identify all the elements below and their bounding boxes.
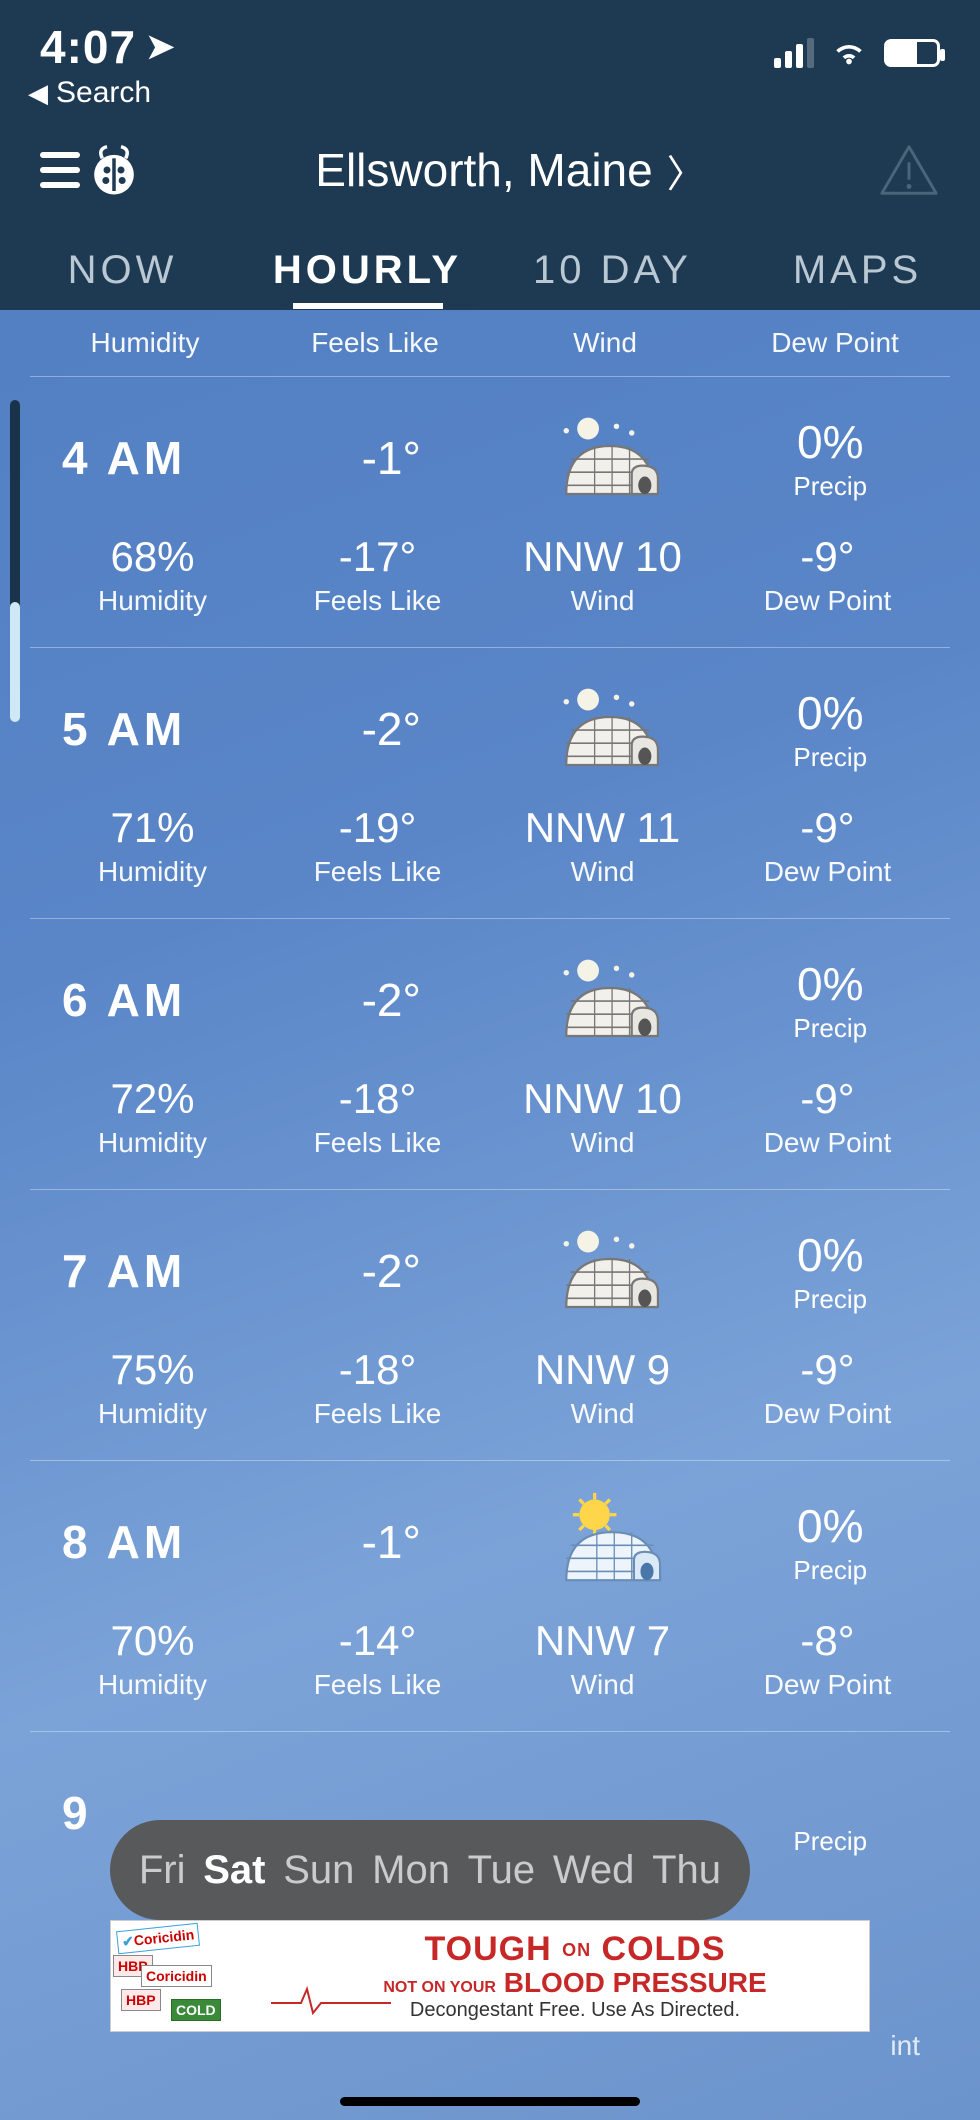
day-sun[interactable]: Sun — [283, 1848, 354, 1893]
hour-precip: 0%Precip — [721, 415, 941, 502]
weather-icon — [501, 1216, 721, 1326]
hour-feels-like: -19°Feels Like — [265, 804, 490, 888]
hour-wind: NNW 9Wind — [490, 1346, 715, 1430]
hour-row[interactable]: 7 AM-2° 0%Precip 75%Humidity-18°Feels Like… — [30, 1189, 950, 1460]
hour-time: 5 AM — [40, 702, 282, 756]
menu-button[interactable] — [40, 142, 142, 198]
hour-humidity: 71%Humidity — [40, 804, 265, 888]
hour-feels-like: -18°Feels Like — [265, 1346, 490, 1430]
hour-precip: 0%Precip — [721, 1770, 941, 1857]
hour-humidity: 70%Humidity — [40, 1617, 265, 1701]
hour-dew-point: -9°Dew Point — [715, 1075, 940, 1159]
chevron-right-icon: 〉 — [667, 143, 705, 198]
hour-wind: NNW 11Wind — [490, 804, 715, 888]
hour-time: 4 AM — [40, 431, 282, 485]
hour-row[interactable]: 4 AM-1° 0%Precip 68%Humidity-17°Feels Like… — [30, 376, 950, 647]
weather-icon — [501, 674, 721, 784]
hour-dew-point: -9°Dew Point — [715, 533, 940, 617]
location-services-icon: ➤ — [146, 27, 176, 67]
hour-dew-point: -9°Dew Point — [715, 1346, 940, 1430]
wifi-icon — [832, 36, 866, 70]
scroll-thumb[interactable] — [10, 602, 20, 722]
column-sublabels: Humidity Feels Like Wind Dew Point — [0, 310, 980, 376]
obscured-bottom-labels: int — [60, 2030, 920, 2062]
tab-now[interactable]: NOW — [0, 248, 245, 293]
tab-10day[interactable]: 10 DAY — [490, 248, 735, 293]
location-selector[interactable]: Ellsworth, Maine 〉 — [315, 143, 704, 198]
hour-row[interactable]: 5 AM-2° 0%Precip 71%Humidity-19°Feels Like… — [30, 647, 950, 918]
location-name: Ellsworth, Maine — [315, 143, 652, 197]
hour-temp: -2° — [282, 1244, 502, 1298]
tab-maps[interactable]: MAPS — [735, 248, 980, 293]
hour-wind: NNW 10Wind — [490, 1075, 715, 1159]
hour-wind: NNW 7Wind — [490, 1617, 715, 1701]
hour-precip: 0%Precip — [721, 957, 941, 1044]
weather-icon — [501, 945, 721, 1055]
day-selector-pill: Fri Sat Sun Mon Tue Wed Thu — [110, 1820, 750, 1920]
hour-time: 7 AM — [40, 1244, 282, 1298]
back-chevron-icon: ◀ — [28, 78, 48, 109]
day-wed[interactable]: Wed — [553, 1848, 635, 1893]
hour-humidity: 75%Humidity — [40, 1346, 265, 1430]
hour-wind: NNW 10Wind — [490, 533, 715, 617]
hour-humidity: 72%Humidity — [40, 1075, 265, 1159]
weather-icon — [501, 403, 721, 513]
back-to-search[interactable]: ◀ Search — [28, 76, 151, 110]
hour-dew-point: -8°Dew Point — [715, 1617, 940, 1701]
hour-feels-like: -18°Feels Like — [265, 1075, 490, 1159]
weatherbug-logo-icon — [86, 142, 142, 198]
hour-time: 6 AM — [40, 973, 282, 1027]
day-sat[interactable]: Sat — [203, 1848, 265, 1893]
hour-temp: -2° — [282, 702, 502, 756]
ad-banner[interactable]: ✔Coricidin HBP Coricidin HBP COLD TOUGH … — [110, 1920, 870, 2032]
home-indicator[interactable] — [340, 2097, 640, 2106]
day-mon[interactable]: Mon — [372, 1848, 450, 1893]
tab-hourly[interactable]: HOURLY — [245, 248, 490, 293]
hamburger-icon — [40, 152, 80, 188]
hour-dew-point: -9°Dew Point — [715, 804, 940, 888]
hour-row[interactable]: 8 AM-1° 0%Precip 70%Humidity-14°Feels Like… — [30, 1460, 950, 1731]
day-tue[interactable]: Tue — [468, 1848, 535, 1893]
hour-feels-like: -17°Feels Like — [265, 533, 490, 617]
hour-precip: 0%Precip — [721, 1228, 941, 1315]
hour-humidity: 68%Humidity — [40, 533, 265, 617]
day-fri[interactable]: Fri — [139, 1848, 186, 1893]
day-thu[interactable]: Thu — [652, 1848, 721, 1893]
battery-icon — [884, 39, 940, 67]
status-time: 4:07 ➤ — [40, 20, 176, 74]
hour-feels-like: -14°Feels Like — [265, 1617, 490, 1701]
hour-precip: 0%Precip — [721, 1499, 941, 1586]
hour-precip: 0%Precip — [721, 686, 941, 773]
status-bar: 4:07 ➤ ◀ Search — [0, 0, 980, 110]
hour-temp: -1° — [282, 431, 502, 485]
weather-icon — [501, 1487, 721, 1597]
hour-temp: -2° — [282, 973, 502, 1027]
hour-time: 8 AM — [40, 1515, 282, 1569]
alert-icon[interactable] — [878, 142, 940, 198]
ad-product-image: ✔Coricidin HBP Coricidin HBP COLD — [111, 1921, 281, 2031]
hour-temp: -1° — [282, 1515, 502, 1569]
hourly-list[interactable]: 4 AM-1°0%Precip68%Humidity-17°Feels Like… — [0, 376, 980, 1951]
view-tabs: NOW HOURLY 10 DAY MAPS — [0, 230, 980, 310]
ekg-icon — [271, 1985, 391, 2015]
cell-signal-icon — [774, 38, 814, 68]
hour-row[interactable]: 6 AM-2° 0%Precip 72%Humidity-18°Feels Like… — [30, 918, 950, 1189]
